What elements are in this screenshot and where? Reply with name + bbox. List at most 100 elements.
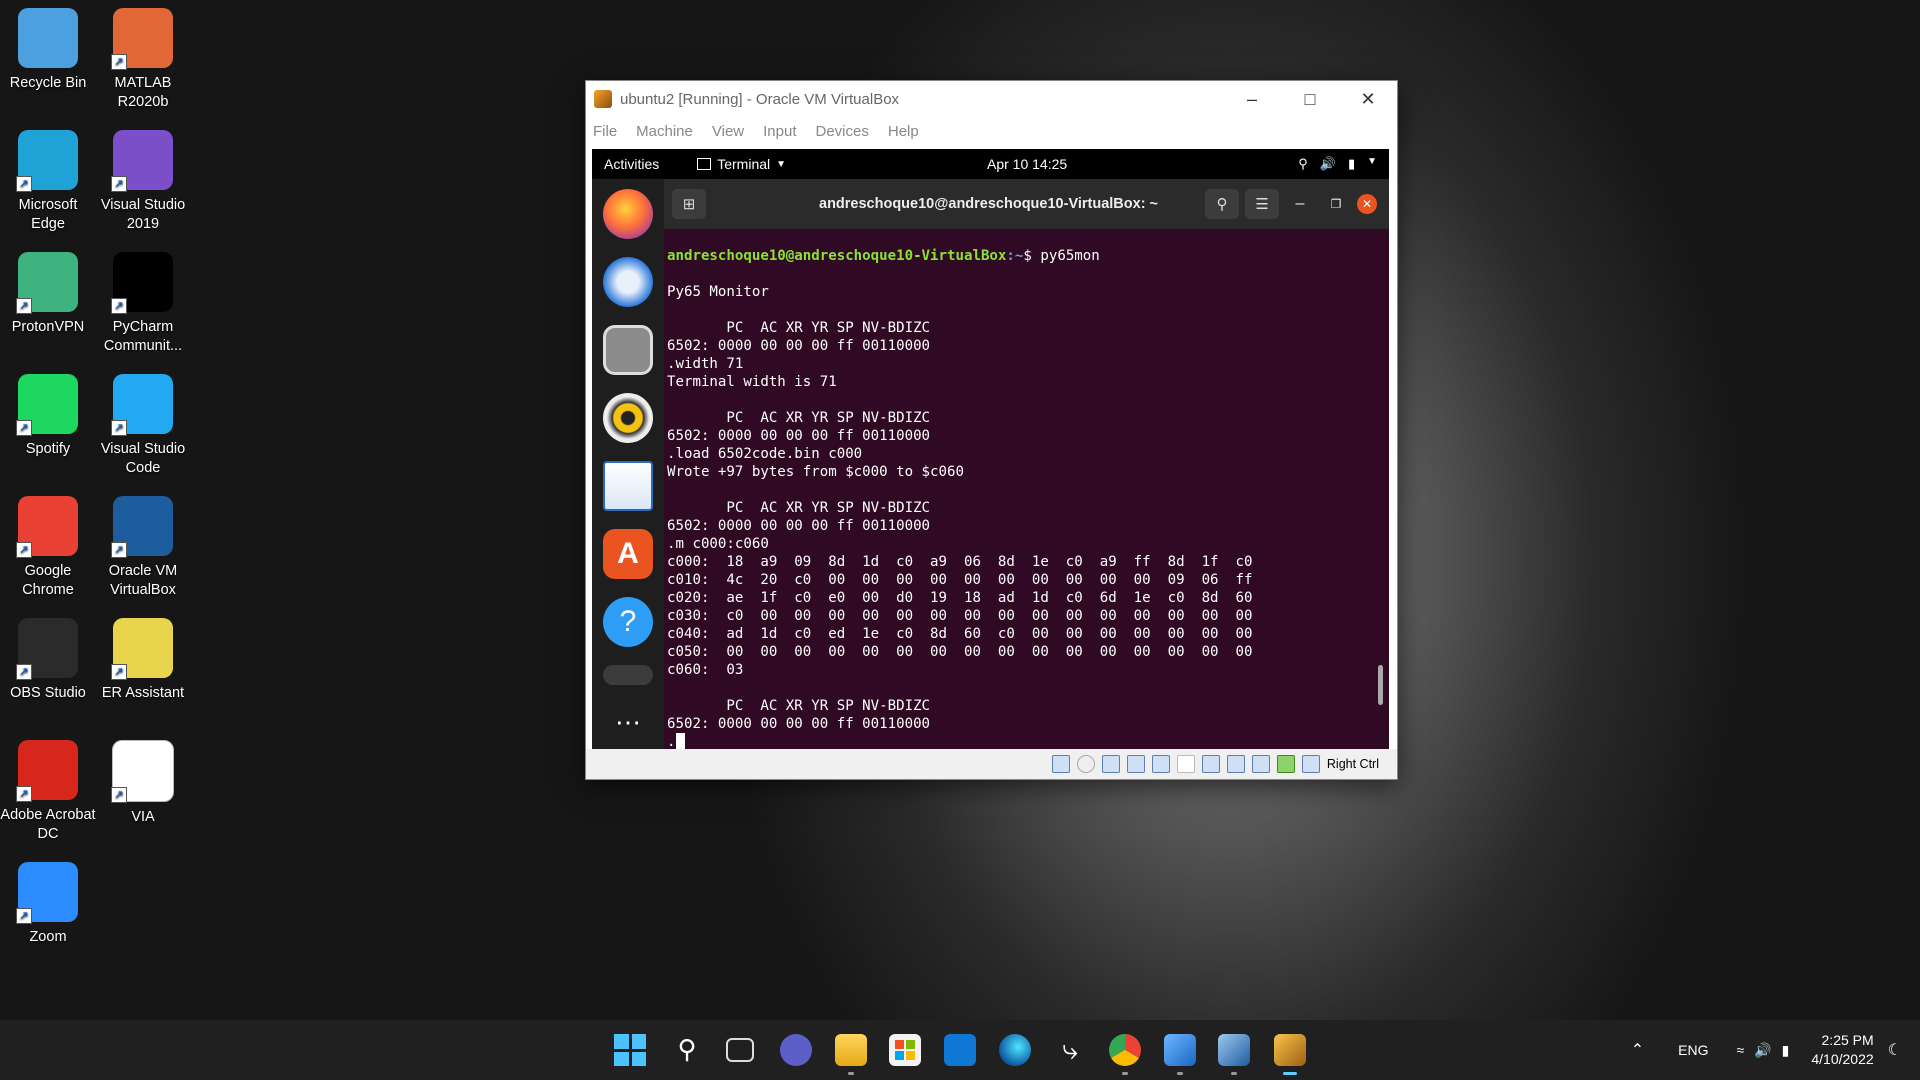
edge-icon[interactable] [999, 1034, 1031, 1066]
volume-icon[interactable]: 🔊 [1754, 1042, 1771, 1059]
firefox-icon[interactable] [603, 189, 653, 239]
guest-screen[interactable]: Activities Terminal ▼ Apr 10 14:25 ⚲ 🔊 ▮… [592, 149, 1389, 751]
recording-status-icon[interactable] [1226, 755, 1245, 773]
running-terminal-dock-icon[interactable] [603, 665, 653, 685]
search-icon[interactable]: ⚲ [1205, 189, 1239, 219]
desktop-icon-obs[interactable]: ↗ OBS Studio [0, 618, 96, 703]
taskbar: ⚲ ⤷ ⌃ ENG ≈ 🔊 ▮ 2:25 PM 4/10/2022 ☾ [0, 1020, 1920, 1080]
acrobat-icon: ↗ [16, 740, 78, 802]
shortcut-arrow-icon: ↗ [111, 176, 127, 192]
photos-running-indicator [1177, 1072, 1183, 1075]
hard-disk-status-icon[interactable] [1051, 755, 1070, 773]
bolt-app-icon[interactable]: ⤷ [1054, 1034, 1086, 1066]
menu-help[interactable]: Help [888, 123, 919, 140]
menu-view[interactable]: View [712, 123, 744, 140]
desktop-icon-pycharm[interactable]: ↗ PyCharm Communit... [95, 252, 191, 356]
help-icon[interactable]: ? [603, 597, 653, 647]
thunderbird-icon[interactable] [603, 257, 653, 307]
close-button[interactable]: ✕ [1339, 89, 1397, 110]
files-icon[interactable] [603, 325, 653, 375]
terminal-window[interactable]: ⊞ andreschoque10@andreschoque10-VirtualB… [664, 179, 1389, 751]
system-menu-caret-icon[interactable]: ▼ [1367, 156, 1377, 172]
terminal-restore-button[interactable]: ❐ [1321, 197, 1351, 211]
spotify-icon: ↗ [16, 374, 78, 436]
ubuntu-software-icon[interactable]: A [603, 529, 653, 579]
window-title: ubuntu2 [Running] - Oracle VM VirtualBox [620, 90, 900, 108]
menu-file[interactable]: File [593, 123, 617, 140]
maximize-button[interactable]: □ [1281, 89, 1339, 110]
teams-chat-icon[interactable] [780, 1034, 812, 1066]
terminal-scrollbar[interactable] [1378, 665, 1383, 705]
desktop-icon-chrome[interactable]: ↗ Google Chrome [0, 496, 96, 600]
network-status-icon[interactable] [1126, 755, 1145, 773]
menu-machine[interactable]: Machine [636, 123, 693, 140]
shared-folders-status-icon[interactable] [1176, 755, 1195, 773]
minimize-button[interactable]: – [1223, 89, 1281, 110]
optical-drive-status-icon[interactable] [1076, 755, 1095, 773]
prompt-command: $ py65mon [1023, 248, 1100, 264]
desktop-icon-acrobat[interactable]: ↗ Adobe Acrobat DC [0, 740, 96, 844]
task-view-icon[interactable] [726, 1038, 754, 1062]
virtualbox-taskbar-icon[interactable] [1218, 1034, 1250, 1066]
battery-icon[interactable]: ▮ [1348, 156, 1355, 172]
virtualbox-window[interactable]: ubuntu2 [Running] - Oracle VM VirtualBox… [585, 80, 1398, 780]
terminal-minimize-button[interactable]: – [1285, 195, 1315, 213]
file-explorer-icon[interactable] [835, 1034, 867, 1066]
rhythmbox-icon[interactable] [603, 393, 653, 443]
new-tab-button[interactable]: ⊞ [672, 189, 706, 219]
volume-icon[interactable]: 🔊 [1320, 156, 1336, 172]
terminal-output[interactable]: andreschoque10@andreschoque10-VirtualBox… [664, 229, 1389, 751]
desktop-icon-label: ER Assistant [101, 685, 185, 701]
start-button-icon[interactable] [614, 1034, 646, 1066]
search-icon[interactable]: ⚲ [671, 1034, 703, 1066]
terminal-header[interactable]: ⊞ andreschoque10@andreschoque10-VirtualB… [664, 179, 1389, 229]
usb-status-icon[interactable] [1151, 755, 1170, 773]
desktop-icon-zoom[interactable]: ↗ Zoom [0, 862, 96, 947]
photos-icon[interactable] [1164, 1034, 1196, 1066]
activities-button[interactable]: Activities [604, 156, 659, 172]
hamburger-menu-icon[interactable]: ☰ [1245, 189, 1279, 219]
desktop-icon-edge[interactable]: ↗ Microsoft Edge [0, 130, 96, 234]
menu-input[interactable]: Input [763, 123, 796, 140]
cpu-status-icon[interactable] [1251, 755, 1270, 773]
taskbar-date: 4/10/2022 [1811, 1051, 1874, 1067]
microsoft-store-icon[interactable] [889, 1034, 921, 1066]
menu-devices[interactable]: Devices [816, 123, 869, 140]
shortcut-arrow-icon: ↗ [111, 664, 127, 680]
desktop-icon-virtualbox[interactable]: ↗ Oracle VM VirtualBox [95, 496, 191, 600]
desktop-icon-label: Adobe Acrobat DC [0, 807, 96, 842]
terminal-close-button[interactable]: ✕ [1357, 194, 1377, 214]
mail-icon[interactable] [944, 1034, 976, 1066]
mouse-integration-status-icon[interactable] [1276, 755, 1295, 773]
desktop-icon-visual-studio[interactable]: ↗ Visual Studio 2019 [95, 130, 191, 234]
desktop-icon-vscode[interactable]: ↗ Visual Studio Code [95, 374, 191, 478]
desktop-icon-protonvpn[interactable]: ↗ ProtonVPN [0, 252, 96, 337]
desktop-icon-spotify[interactable]: ↗ Spotify [0, 374, 96, 459]
system-tray: ⌃ ENG ≈ 🔊 ▮ 2:25 PM 4/10/2022 ☾ [1631, 1020, 1920, 1080]
language-indicator[interactable]: ENG [1678, 1042, 1708, 1058]
vm-instance-taskbar-icon[interactable] [1274, 1034, 1306, 1066]
show-hidden-icons-chevron-icon[interactable]: ⌃ [1631, 1040, 1644, 1060]
app-menu-terminal[interactable]: Terminal ▼ [697, 156, 786, 172]
libreoffice-writer-icon[interactable] [603, 461, 653, 511]
clock[interactable]: Apr 10 14:25 [987, 156, 1067, 172]
host-key-label[interactable]: Right Ctrl [1327, 757, 1379, 771]
audio-status-icon[interactable] [1101, 755, 1120, 773]
display-status-icon[interactable] [1201, 755, 1220, 773]
window-titlebar[interactable]: ubuntu2 [Running] - Oracle VM VirtualBox… [586, 81, 1397, 117]
show-applications-icon[interactable]: ⋯ [603, 697, 653, 747]
desktop-icon-er-assistant[interactable]: ↗ ER Assistant [95, 618, 191, 703]
focus-assist-moon-icon[interactable]: ☾ [1888, 1040, 1902, 1060]
chrome-icon[interactable] [1109, 1034, 1141, 1066]
virtualbox-app-icon [594, 90, 612, 108]
desktop-icon-label: Zoom [29, 929, 67, 945]
wifi-icon[interactable]: ≈ [1737, 1042, 1745, 1058]
keyboard-capture-status-icon[interactable] [1301, 755, 1320, 773]
network-icon[interactable]: ⚲ [1298, 156, 1308, 172]
battery-icon[interactable]: ▮ [1782, 1042, 1790, 1059]
desktop-icon-via[interactable]: ↗ VIA [95, 740, 191, 827]
text-cursor [675, 733, 685, 749]
desktop-icon-matlab[interactable]: ↗ MATLAB R2020b [95, 8, 191, 112]
desktop-icon-recycle-bin[interactable]: Recycle Bin [0, 8, 96, 93]
clock-date[interactable]: 2:25 PM 4/10/2022 [1811, 1031, 1873, 1069]
